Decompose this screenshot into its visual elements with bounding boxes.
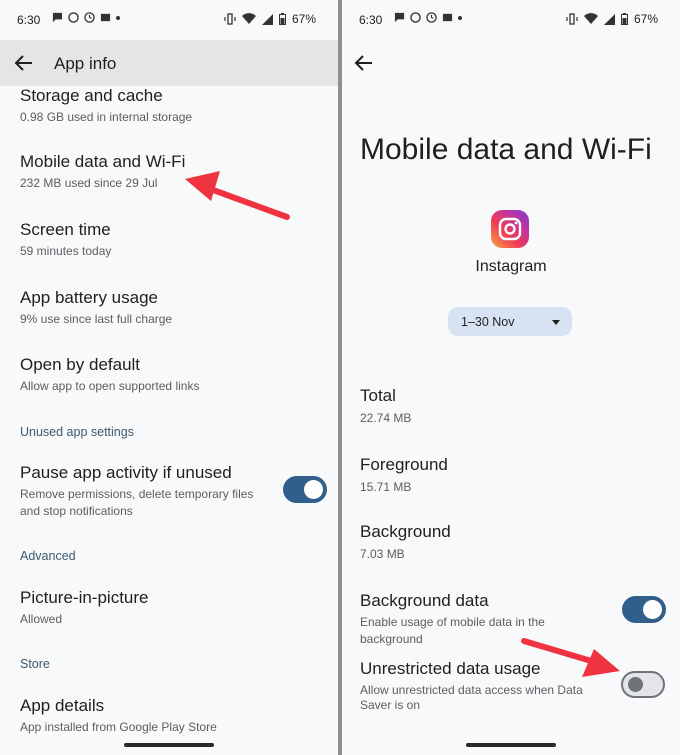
battery-percent: 67% [291,12,316,26]
page-title: Mobile data and Wi-Fi [360,133,652,166]
instagram-icon [491,210,529,248]
item-subtitle: App installed from Google Play Store [20,720,217,734]
stat-title: Background [360,522,451,541]
section-header-store: Store [20,657,50,671]
picture-in-picture-item[interactable]: Picture-in-picture Allowed [20,588,328,628]
section-header-unused: Unused app settings [20,425,134,439]
background-data-toggle[interactable] [622,596,666,623]
unrestricted-data-toggle[interactable] [621,671,665,698]
item-title: Background data [360,591,489,610]
system-icons: 67% [224,12,316,26]
notification-icons [394,12,462,23]
mobile-data-item[interactable]: Mobile data and Wi-Fi 232 MB used since … [20,152,328,192]
message-icon [394,12,405,23]
battery-percent: 67% [633,12,658,26]
page-title: App info [54,54,117,73]
background-data-item[interactable]: Background data Enable usage of mobile d… [360,591,610,648]
date-range-dropdown[interactable]: 1–30 Nov [448,307,572,336]
vibrate-icon [566,13,578,25]
app-name: Instagram [475,258,547,275]
item-title: Unrestricted data usage [360,659,541,678]
item-title: App details [20,696,105,715]
item-title: Screen time [20,220,111,239]
item-subtitle: Allowed [20,612,63,626]
vibrate-icon [224,13,236,25]
item-subtitle: Allow unrestricted data access when Data… [360,683,583,712]
date-range-label: 1–30 Nov [461,315,515,329]
whatsapp-icon [68,12,79,23]
item-subtitle: Remove permissions, delete temporary fil… [20,487,254,518]
top-app-bar: App info [0,40,338,86]
item-title: Picture-in-picture [20,588,149,607]
back-arrow-icon[interactable] [352,51,376,75]
camera-glyph-icon [498,217,522,241]
stat-value: 7.03 MB [360,547,405,561]
stat-value: 15.71 MB [360,480,412,494]
item-subtitle: 9% use since last full charge [20,312,173,326]
pause-app-activity-toggle[interactable] [283,476,327,503]
more-notifications-dot [116,15,120,20]
outlook-icon [100,13,111,22]
section-header-advanced: Advanced [20,549,76,563]
status-time: 6:30 [359,13,383,27]
pause-app-activity-item[interactable]: Pause app activity if unused Remove perm… [20,463,258,520]
back-arrow-icon[interactable] [12,51,36,75]
whatsapp-icon [410,12,421,23]
app-details-item[interactable]: App details App installed from Google Pl… [20,696,328,736]
open-by-default-item[interactable]: Open by default Allow app to open suppor… [20,355,328,395]
toggle-knob [304,480,323,499]
outlook-icon [442,13,453,22]
wifi-icon [583,13,598,24]
item-title: Open by default [20,355,141,374]
more-notifications-dot [458,15,462,20]
storage-and-cache-item[interactable]: Storage and cache 0.98 GB used in intern… [20,86,328,126]
app-info-screen: 6:30 67% App info Storage and cache 0.98… [0,0,338,755]
status-bar: 6:30 67% [342,0,680,40]
item-subtitle: 0.98 GB used in internal storage [20,110,193,124]
signal-icon [603,13,615,25]
background-usage: Background 7.03 MB [360,522,670,563]
unrestricted-data-item[interactable]: Unrestricted data usage Allow unrestrict… [360,659,595,713]
status-bar: 6:30 67% [0,0,338,40]
status-time: 6:30 [17,13,41,27]
screen-time-item[interactable]: Screen time 59 minutes today [20,220,328,260]
item-subtitle: Allow app to open supported links [20,379,200,393]
mobile-data-screen: 6:30 67% Mobile data and Wi-Fi Instagram… [342,0,680,755]
system-icons: 67% [566,12,658,26]
battery-icon [620,13,628,25]
item-subtitle: 232 MB used since 29 Jul [20,176,158,190]
clock-icon [426,12,437,23]
stat-title: Total [360,386,396,405]
item-title: Mobile data and Wi-Fi [20,152,186,171]
stat-value: 22.74 MB [360,411,412,425]
item-title: Storage and cache [20,86,163,105]
navigation-handle[interactable] [466,743,556,747]
notification-icons [52,12,120,23]
wifi-icon [241,13,256,24]
item-title: Pause app activity if unused [20,463,232,482]
message-icon [52,12,63,23]
total-usage: Total 22.74 MB [360,386,670,427]
chevron-down-icon [552,320,560,325]
clock-icon [84,12,95,23]
navigation-handle[interactable] [124,743,214,747]
toggle-knob [628,677,643,692]
stat-title: Foreground [360,455,448,474]
item-subtitle: Enable usage of mobile data in the backg… [360,615,545,646]
signal-icon [261,13,273,25]
battery-icon [278,13,286,25]
item-title: App battery usage [20,288,158,307]
app-battery-usage-item[interactable]: App battery usage 9% use since last full… [20,288,328,328]
foreground-usage: Foreground 15.71 MB [360,455,670,496]
toggle-knob [643,600,662,619]
item-subtitle: 59 minutes today [20,244,112,258]
